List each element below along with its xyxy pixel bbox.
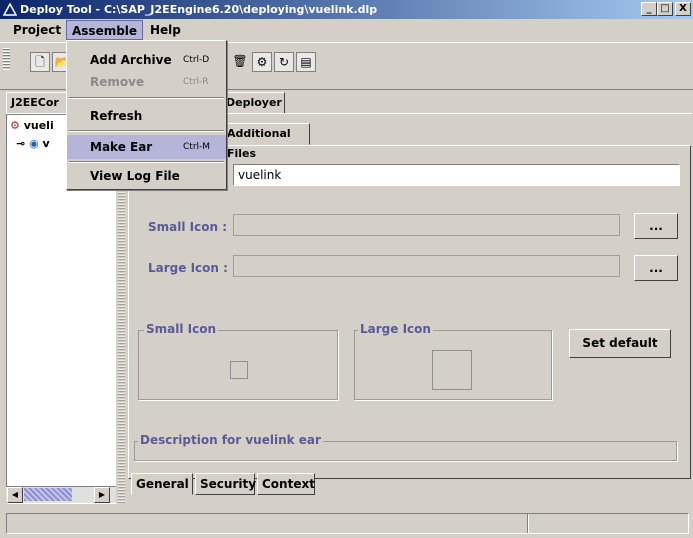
tree-root-label: vueli — [23, 119, 54, 132]
status-divider — [527, 514, 529, 533]
menu-separator — [69, 161, 224, 163]
small-icon-browse-button[interactable]: ... — [634, 213, 678, 239]
new-file-icon[interactable]: 🗋 — [30, 52, 50, 72]
large-icon-browse-button[interactable]: ... — [634, 255, 678, 281]
delete-icon[interactable]: 🗑 — [230, 52, 250, 72]
expand-toggle-icon[interactable]: ⊸ — [16, 137, 25, 150]
general-content-panel — [128, 145, 691, 479]
minimize-button[interactable]: _ — [641, 2, 657, 16]
menu-separator — [69, 130, 224, 132]
document-icon[interactable]: ▤ — [296, 52, 316, 72]
menu-item-remove[interactable]: Remove Ctrl-R — [67, 70, 226, 94]
scroll-left-button[interactable]: ◀ — [7, 487, 23, 503]
tree-child-item[interactable]: ⊸ ◉ v — [16, 137, 50, 150]
globe-icon: ◉ — [29, 137, 39, 150]
tab-additional-files[interactable]: Additional Files — [226, 123, 310, 160]
menu-help[interactable]: Help — [145, 20, 186, 40]
large-icon-label: Large Icon : — [148, 261, 228, 275]
refresh-icon[interactable]: ↻ — [274, 52, 294, 72]
window-title-bar[interactable]: Deploy Tool - C:\SAP_J2EEngine6.20\deplo… — [0, 0, 693, 19]
toolbar-grip[interactable] — [3, 48, 10, 70]
tab-general[interactable]: General — [131, 473, 193, 495]
small-icon-group-label: Small Icon — [144, 322, 219, 336]
tab-deployer[interactable]: Deployer — [225, 92, 285, 114]
large-icon-group-label: Large Icon — [358, 322, 433, 336]
small-icon-preview — [230, 361, 248, 379]
project-icon: ⚙ — [10, 119, 20, 132]
menu-item-refresh[interactable]: Refresh — [67, 104, 226, 128]
tab-j2ee-components[interactable]: J2EECor — [6, 92, 68, 114]
menu-project[interactable]: Project — [8, 20, 66, 40]
set-default-button[interactable]: Set default — [569, 329, 671, 358]
small-icon-field[interactable] — [233, 214, 620, 236]
deploy-icon[interactable]: ⚙ — [252, 52, 272, 72]
tab-security[interactable]: Security — [195, 473, 256, 495]
app-logo-icon — [3, 3, 17, 16]
tree-child-label: v — [42, 137, 50, 150]
small-icon-label: Small Icon : — [148, 220, 227, 234]
menu-item-make-ear[interactable]: Make Ear Ctrl-M — [67, 135, 226, 159]
large-icon-preview — [432, 350, 472, 390]
assemble-menu-items: Add Archive Ctrl-D Remove Ctrl-R Refresh M… — [67, 41, 226, 189]
description-group-label: Description for vuelink ear — [138, 433, 323, 447]
tree-root-item[interactable]: ⚙ vueli — [10, 119, 54, 132]
maximize-button[interactable]: □ — [657, 2, 673, 16]
scroll-thumb[interactable] — [24, 488, 72, 501]
tab-context[interactable]: Context — [257, 473, 315, 495]
menu-separator — [69, 97, 224, 99]
menu-item-add-archive[interactable]: Add Archive Ctrl-D — [67, 48, 226, 72]
menu-item-view-log-file[interactable]: View Log File — [67, 164, 226, 188]
status-bar — [6, 513, 689, 534]
large-icon-field[interactable] — [233, 255, 620, 277]
scroll-right-button[interactable]: ▶ — [94, 487, 110, 503]
menu-assemble[interactable]: Assemble — [66, 20, 144, 40]
ear-name-field[interactable]: vuelink — [233, 164, 680, 186]
close-button[interactable]: X — [675, 2, 691, 16]
window-title: Deploy Tool - C:\SAP_J2EEngine6.20\deplo… — [20, 3, 378, 16]
